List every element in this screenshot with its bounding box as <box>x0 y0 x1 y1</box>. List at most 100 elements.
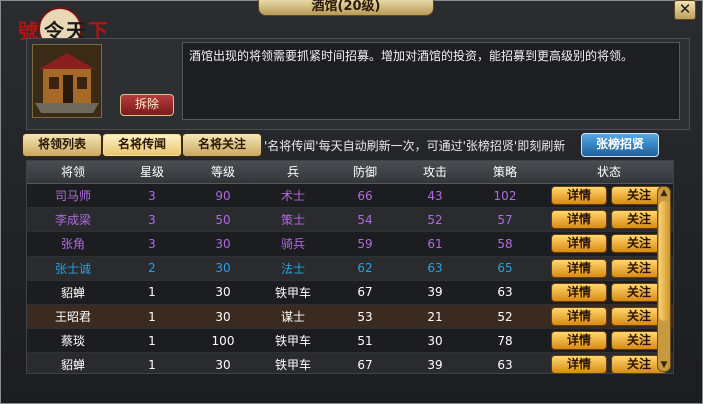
attack: 30 <box>427 333 443 348</box>
general-name: 貂蝉 <box>60 285 85 300</box>
general-level: 30 <box>215 285 231 300</box>
defense: 62 <box>357 261 373 276</box>
detail-button[interactable]: 详情 <box>551 234 607 254</box>
attack: 43 <box>427 188 443 203</box>
refresh-tip: '名将传闻'每天自动刷新一次，可通过'张榜招贤'即刻刷新 <box>264 139 566 153</box>
table-row[interactable]: 蔡琰 1 100 铁甲车 51 30 78 详情 关注 <box>27 329 673 354</box>
tavern-description: 酒馆出现的将领需要抓紧时间招募。增加对酒馆的投资，能招募到更高级别的将领。 <box>182 42 680 120</box>
attack: 39 <box>427 357 443 372</box>
strategy: 63 <box>497 285 513 300</box>
header-attack: 攻击 <box>422 165 447 179</box>
star-level: 3 <box>148 188 156 203</box>
general-level: 30 <box>215 357 231 372</box>
general-name: 司马师 <box>54 189 91 204</box>
defense: 67 <box>357 357 373 372</box>
general-level: 30 <box>215 261 231 276</box>
troop-type: 铁甲车 <box>274 334 311 349</box>
detail-button[interactable]: 详情 <box>551 186 607 206</box>
defense: 53 <box>357 309 373 324</box>
troop-type: 术士 <box>280 189 305 204</box>
arrow-up-icon[interactable]: ▲ <box>658 187 670 199</box>
strategy: 102 <box>493 188 517 203</box>
strategy: 58 <box>497 236 513 251</box>
table-row[interactable]: 李成梁 3 50 策士 54 52 57 详情 关注 <box>27 208 673 233</box>
general-name: 王昭君 <box>54 310 91 325</box>
strategy: 65 <box>497 261 513 276</box>
status-actions: 详情 关注 <box>545 355 673 373</box>
header-star: 星级 <box>139 165 164 179</box>
table-scrollbar[interactable]: ▲ ▼ <box>657 186 671 372</box>
status-actions: 详情 关注 <box>545 234 673 254</box>
status-actions: 详情 关注 <box>545 282 673 302</box>
general-level: 30 <box>215 236 231 251</box>
strategy: 78 <box>497 333 513 348</box>
troop-type: 策士 <box>280 213 305 228</box>
scroll-thumb[interactable] <box>659 201 669 321</box>
table-row[interactable]: 貂蝉 1 30 铁甲车 67 39 63 详情 关注 <box>27 353 673 373</box>
status-actions: 详情 关注 <box>545 331 673 351</box>
general-level: 50 <box>215 212 231 227</box>
attack: 61 <box>427 236 443 251</box>
defense: 59 <box>357 236 373 251</box>
star-level: 1 <box>148 357 156 372</box>
troop-type: 谋士 <box>280 310 305 325</box>
defense: 54 <box>357 212 373 227</box>
strategy: 57 <box>497 212 513 227</box>
troop-type: 铁甲车 <box>274 285 311 300</box>
defense: 67 <box>357 285 373 300</box>
status-actions: 详情 关注 <box>545 258 673 278</box>
arrow-down-icon[interactable]: ▼ <box>658 359 670 371</box>
troop-type: 铁甲车 <box>274 358 311 373</box>
header-defense: 防御 <box>352 165 377 179</box>
generals-table: 将领 星级 等级 兵 防御 攻击 策略 状态 司马师 3 90 术士 66 43 102 详情… <box>26 160 674 374</box>
detail-button[interactable]: 详情 <box>551 282 607 302</box>
defense: 66 <box>357 188 373 203</box>
detail-button[interactable]: 详情 <box>551 331 607 351</box>
table-row[interactable]: 张士诚 2 30 法士 62 63 65 详情 关注 <box>27 256 673 281</box>
strategy: 52 <box>497 309 513 324</box>
general-name: 李成梁 <box>54 213 91 228</box>
attack: 52 <box>427 212 443 227</box>
star-level: 1 <box>148 333 156 348</box>
status-actions: 详情 关注 <box>545 307 673 327</box>
header-strategy: 策略 <box>492 165 517 179</box>
general-name: 张士诚 <box>54 261 91 276</box>
status-actions: 详情 关注 <box>545 210 673 230</box>
general-level: 90 <box>215 188 231 203</box>
detail-button[interactable]: 详情 <box>551 307 607 327</box>
troop-type: 骑兵 <box>280 237 305 252</box>
header-level: 等级 <box>210 165 235 179</box>
detail-button[interactable]: 详情 <box>551 258 607 278</box>
demolish-button[interactable]: 拆除 <box>120 94 174 116</box>
table-header: 将领 星级 等级 兵 防御 攻击 策略 状态 <box>27 161 673 184</box>
window-title: 酒馆(20级) <box>258 0 434 16</box>
attack: 63 <box>427 261 443 276</box>
detail-button[interactable]: 详情 <box>551 210 607 230</box>
close-button[interactable]: ✕ <box>674 0 696 20</box>
detail-button[interactable]: 详情 <box>551 355 607 373</box>
star-level: 1 <box>148 309 156 324</box>
general-name: 貂蝉 <box>60 358 85 373</box>
troop-type: 法士 <box>280 261 305 276</box>
star-level: 2 <box>148 261 156 276</box>
star-level: 1 <box>148 285 156 300</box>
table-row[interactable]: 张角 3 30 骑兵 59 61 58 详情 关注 <box>27 232 673 257</box>
table-row[interactable]: 王昭君 1 30 谋士 53 21 52 详情 关注 <box>27 304 673 330</box>
close-icon: ✕ <box>678 0 692 18</box>
tab-famous-rumors[interactable]: 名将传闻 <box>102 133 182 157</box>
general-level: 100 <box>211 333 235 348</box>
header-troop: 兵 <box>286 165 299 179</box>
general-level: 30 <box>215 309 231 324</box>
tab-famous-follow[interactable]: 名将关注 <box>182 133 262 157</box>
table-body: 司马师 3 90 术士 66 43 102 详情 关注 李成梁 3 50 策士 54 52 57 详情 关注 张角 3… <box>27 184 673 373</box>
star-level: 3 <box>148 236 156 251</box>
strategy: 63 <box>497 357 513 372</box>
header-general: 将领 <box>60 165 85 179</box>
table-row[interactable]: 司马师 3 90 术士 66 43 102 详情 关注 <box>27 184 673 209</box>
table-row[interactable]: 貂蝉 1 30 铁甲车 67 39 63 详情 关注 <box>27 281 673 305</box>
tab-general-list[interactable]: 将领列表 <box>22 133 102 157</box>
recruit-button[interactable]: 张榜招贤 <box>581 133 659 157</box>
attack: 39 <box>427 285 443 300</box>
defense: 51 <box>357 333 373 348</box>
general-name: 蔡琰 <box>60 334 85 349</box>
